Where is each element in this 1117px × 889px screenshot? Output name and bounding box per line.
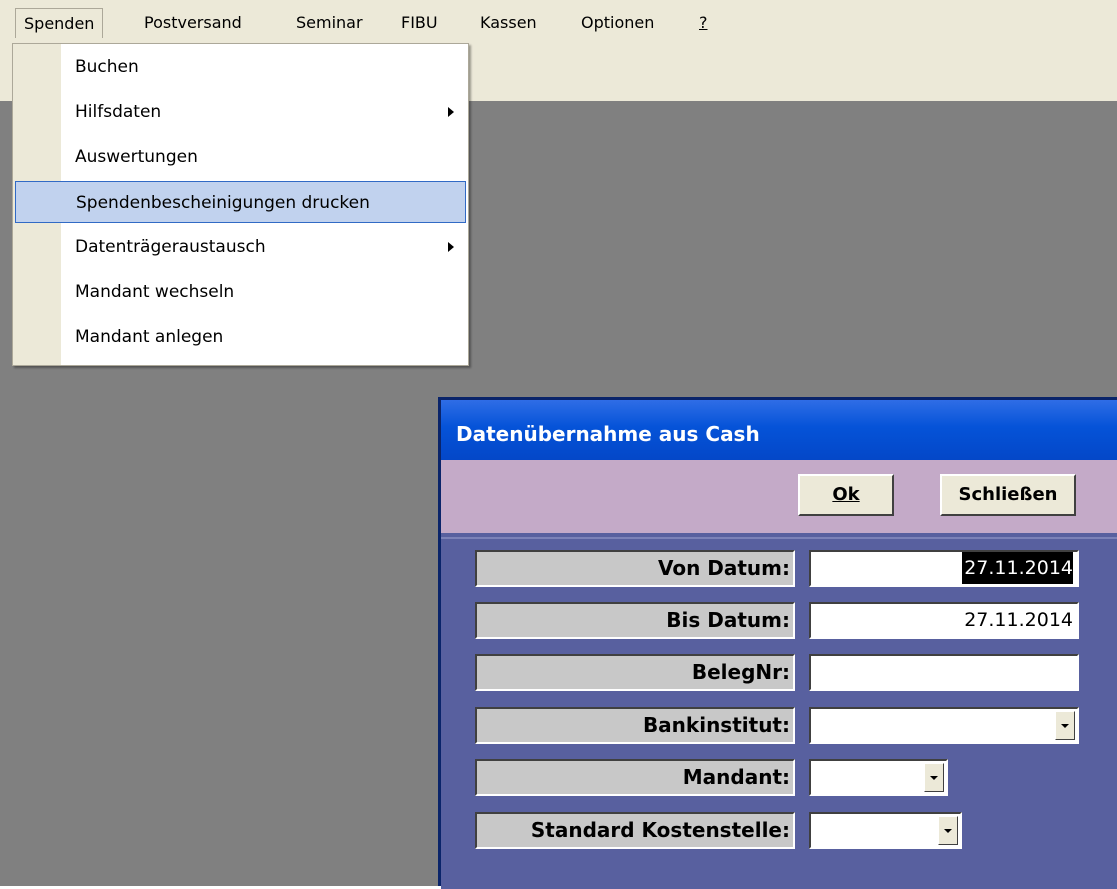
submenu-arrow-icon — [448, 107, 454, 117]
von-datum-value: 27.11.2014 — [962, 552, 1073, 584]
dropdown-arrow-icon[interactable] — [924, 763, 944, 792]
form-divider — [441, 537, 1117, 539]
mandant-select[interactable] — [809, 759, 948, 796]
kostenstelle-select[interactable] — [809, 812, 962, 849]
von-datum-label: Von Datum: — [475, 550, 795, 587]
menu-item-label: Auswertungen — [75, 147, 198, 167]
bankinstitut-select[interactable] — [809, 707, 1079, 744]
menu-item-buchen[interactable]: Buchen — [15, 46, 466, 88]
menu-postversand[interactable]: Postversand — [136, 8, 250, 38]
menu-item-hilfsdaten[interactable]: Hilfsdaten — [15, 91, 466, 133]
bis-datum-input[interactable]: 27.11.2014 — [809, 602, 1079, 639]
dialog-title: Datenübernahme aus Cash — [456, 422, 760, 446]
menu-item-label: Datenträgeraustausch — [75, 237, 266, 257]
dropdown-arrow-icon[interactable] — [938, 816, 958, 845]
menu-item-auswertungen[interactable]: Auswertungen — [15, 136, 466, 178]
menu-item-mandant-wechseln[interactable]: Mandant wechseln — [15, 271, 466, 313]
dialog-button-bar: Ok Schließen — [441, 460, 1117, 533]
ok-button[interactable]: Ok — [798, 474, 894, 516]
menu-item-label: Mandant wechseln — [75, 282, 235, 302]
menu-item-label: Spendenbescheinigungen drucken — [76, 193, 370, 213]
spenden-dropdown-menu: Buchen Hilfsdaten Auswertungen Spendenbe… — [12, 43, 469, 366]
schliessen-button-label: Schließen — [958, 484, 1058, 505]
menu-item-label: Mandant anlegen — [75, 327, 224, 347]
beleg-nr-input[interactable] — [809, 654, 1079, 691]
menu-kassen[interactable]: Kassen — [472, 8, 545, 38]
datenuebernahme-dialog: Datenübernahme aus Cash Ok Schließen Von… — [438, 397, 1117, 889]
bis-datum-value: 27.11.2014 — [964, 609, 1073, 631]
submenu-arrow-icon — [448, 242, 454, 252]
menu-item-datentraegeraustausch[interactable]: Datenträgeraustausch — [15, 226, 466, 268]
menu-item-spendenbescheinigungen-drucken[interactable]: Spendenbescheinigungen drucken — [15, 181, 466, 223]
menu-seminar[interactable]: Seminar — [288, 8, 371, 38]
dropdown-arrow-icon[interactable] — [1055, 711, 1075, 740]
menu-fibu[interactable]: FIBU — [393, 8, 446, 38]
menu-item-label: Hilfsdaten — [75, 102, 162, 122]
von-datum-input[interactable]: 27.11.2014 — [809, 550, 1079, 587]
mandant-label: Mandant: — [475, 759, 795, 796]
ok-button-label: Ok — [832, 484, 860, 505]
menu-help[interactable]: ? — [691, 8, 716, 38]
kostenstelle-label: Standard Kostenstelle: — [475, 812, 795, 849]
dialog-titlebar[interactable]: Datenübernahme aus Cash — [441, 400, 1117, 460]
bis-datum-label: Bis Datum: — [475, 602, 795, 639]
menu-spenden[interactable]: Spenden — [15, 8, 104, 38]
dialog-form: Von Datum: 27.11.2014 Bis Datum: 27.11.2… — [441, 533, 1117, 889]
schliessen-button[interactable]: Schließen — [940, 474, 1076, 516]
bankinstitut-label: Bankinstitut: — [475, 707, 795, 744]
menu-bar: Spenden Postversand Seminar FIBU Kassen … — [0, 0, 1117, 43]
menu-item-label: Buchen — [75, 57, 139, 77]
beleg-nr-label: BelegNr: — [475, 654, 795, 691]
menu-optionen[interactable]: Optionen — [573, 8, 662, 38]
menu-item-mandant-anlegen[interactable]: Mandant anlegen — [15, 316, 466, 358]
